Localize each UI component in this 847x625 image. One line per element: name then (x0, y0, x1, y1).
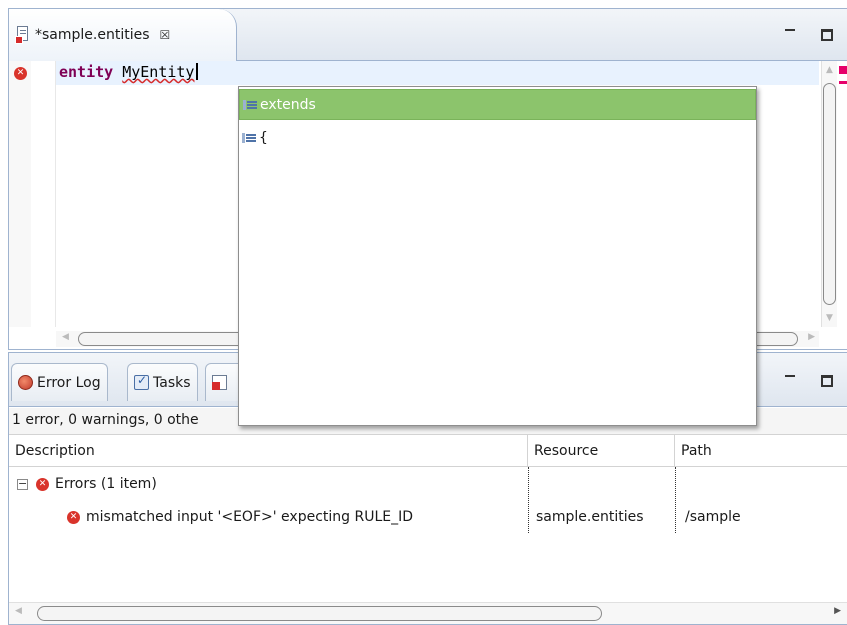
editor-tab-bar: *sample.entities ☒ (9, 9, 847, 61)
scroll-right-icon[interactable]: ▶ (834, 606, 841, 616)
maximize-icon[interactable] (821, 375, 833, 387)
vertical-scroll-thumb[interactable] (823, 83, 836, 305)
scroll-up-icon[interactable]: ▲ (826, 65, 833, 75)
entity-identifier: MyEntity (122, 63, 195, 81)
tab-error-log[interactable]: Error Log (11, 363, 108, 401)
problems-horizontal-scrollbar[interactable]: ◀ ▶ (9, 602, 847, 624)
minimize-icon[interactable] (785, 29, 795, 34)
group-label: Errors (1 item) (55, 476, 157, 492)
column-path[interactable]: Path (675, 435, 847, 467)
row-resource: sample.entities (536, 509, 644, 525)
problems-table-header: Description Resource Path (9, 434, 847, 467)
proposal-label: { (259, 129, 268, 146)
keyword-entity: entity (59, 63, 114, 81)
entities-file-error-icon (15, 26, 29, 44)
proposal-open-brace[interactable]: { (239, 122, 756, 153)
column-description[interactable]: Description (9, 435, 528, 467)
tasks-icon (134, 373, 149, 390)
tab-tasks[interactable]: Tasks (127, 363, 198, 401)
editor-vertical-scrollbar[interactable]: ▲ ▼ (821, 61, 837, 327)
row-path: /sample (685, 509, 741, 525)
annotation-ruler: ✕ (9, 61, 31, 327)
proposal-extends[interactable]: extends (239, 89, 756, 120)
keyword-proposal-icon (242, 132, 256, 143)
scroll-left-icon[interactable]: ◀ (62, 332, 69, 342)
scroll-left-icon[interactable]: ◀ (15, 606, 22, 616)
scroll-right-icon[interactable]: ▶ (808, 332, 815, 342)
tree-group-errors[interactable]: − ✕ Errors (1 item) (9, 469, 847, 499)
tab-error-log-label: Error Log (37, 374, 101, 391)
row-description: mismatched input '<EOF>' expecting RULE_… (86, 509, 414, 525)
editor-tab-label: *sample.entities (35, 27, 150, 43)
proposal-label: extends (260, 96, 316, 113)
line-number-ruler (31, 61, 56, 327)
table-row[interactable]: ✕ mismatched input '<EOF>' expecting RULE… (9, 502, 847, 532)
error-icon: ✕ (36, 477, 49, 491)
collapse-icon[interactable]: − (17, 478, 28, 490)
overview-error-marker[interactable] (839, 81, 847, 84)
keyword-proposal-icon (243, 99, 257, 110)
maximize-icon[interactable] (821, 29, 833, 41)
scroll-down-icon[interactable]: ▼ (826, 313, 833, 323)
content-assist-popup: extends { (238, 86, 757, 426)
minimize-icon[interactable] (785, 375, 795, 380)
text-cursor (196, 63, 199, 80)
overview-error-marker[interactable] (839, 66, 847, 74)
tab-tasks-label: Tasks (153, 374, 191, 391)
error-marker-icon[interactable]: ✕ (14, 67, 27, 80)
overview-ruler (837, 61, 847, 327)
error-icon: ✕ (67, 510, 80, 524)
code-line-1[interactable]: entity MyEntity (59, 63, 199, 81)
column-resource[interactable]: Resource (528, 435, 675, 467)
problems-icon (212, 375, 227, 390)
close-icon[interactable]: ☒ (160, 28, 171, 42)
editor-tab-sample-entities[interactable]: *sample.entities ☒ (9, 9, 237, 61)
error-log-icon (18, 375, 33, 390)
horizontal-scroll-thumb[interactable] (37, 606, 602, 621)
